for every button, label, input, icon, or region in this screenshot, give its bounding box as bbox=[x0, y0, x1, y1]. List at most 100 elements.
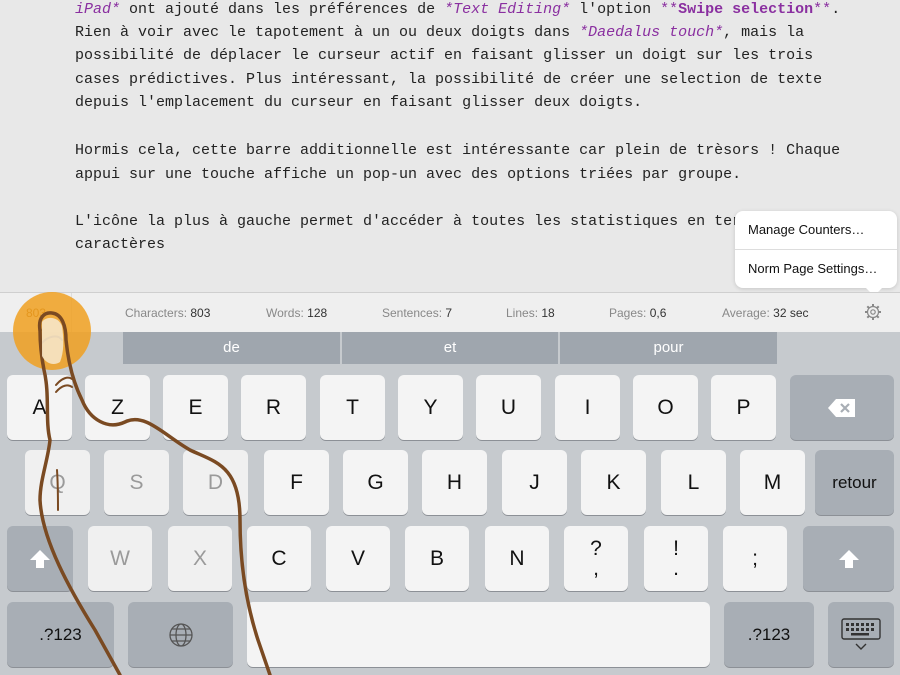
stat-words[interactable]: Words: 128 bbox=[266, 306, 327, 320]
editor-text-run: . bbox=[831, 1, 841, 18]
editor-text-run: L'icône la plus à gauche permet d'accéde… bbox=[75, 213, 760, 230]
count-cell-value: 803 bbox=[26, 306, 47, 320]
editor-text-run: ont ajouté dans les préférences de bbox=[120, 1, 445, 18]
key-b[interactable]: B bbox=[405, 526, 469, 591]
key-x[interactable]: X bbox=[168, 526, 232, 591]
key-o[interactable]: O bbox=[633, 375, 698, 440]
statistics-toggle-cell[interactable]: 803 bbox=[20, 293, 72, 333]
editor-text-run: *Text Editing* bbox=[444, 1, 571, 18]
key-f[interactable]: F bbox=[264, 450, 329, 515]
key-u[interactable]: U bbox=[476, 375, 541, 440]
backspace-key[interactable] bbox=[790, 375, 894, 440]
space-key[interactable] bbox=[247, 602, 710, 667]
key-j[interactable]: J bbox=[502, 450, 567, 515]
gear-icon[interactable] bbox=[864, 303, 882, 321]
key-d[interactable]: D bbox=[183, 450, 248, 515]
editor-text-run: cases prédictives. Plus intéressant, la … bbox=[75, 71, 823, 88]
stat-characters-value: 803 bbox=[190, 306, 211, 320]
manage-counters-menu-item[interactable]: Manage Counters… bbox=[748, 222, 864, 237]
key-s[interactable]: S bbox=[104, 450, 169, 515]
editor-line: appui sur une touche affiche un pop-un a… bbox=[75, 165, 741, 185]
stat-lines-value: 18 bbox=[541, 306, 555, 320]
key-t[interactable]: T bbox=[320, 375, 385, 440]
stat-average-label: Average: bbox=[722, 306, 770, 320]
keyboard: A Z E R T Y U I O P Q S D F G H J K L M … bbox=[0, 366, 900, 675]
stat-pages-label: Pages: bbox=[609, 306, 647, 320]
key-c[interactable]: C bbox=[247, 526, 311, 591]
editor-line: caractères bbox=[75, 235, 165, 255]
editor-text-run: l'option bbox=[570, 1, 661, 18]
suggestion-1[interactable]: de bbox=[123, 332, 340, 364]
shift-right-key[interactable] bbox=[803, 526, 894, 591]
key-comma-bottom: , bbox=[593, 556, 599, 580]
editor-text-run: caractères bbox=[75, 236, 166, 253]
key-l[interactable]: L bbox=[661, 450, 726, 515]
hide-keyboard-key[interactable] bbox=[828, 602, 894, 667]
keyboard-hide-icon bbox=[841, 617, 881, 650]
stat-pages-value: 0,6 bbox=[649, 306, 667, 320]
key-v[interactable]: V bbox=[326, 526, 390, 591]
editor-line: Hormis cela, cette barre additionnelle e… bbox=[75, 141, 840, 161]
globe-icon bbox=[168, 622, 193, 647]
key-w[interactable]: W bbox=[88, 526, 152, 591]
key-question-comma[interactable]: ? , bbox=[564, 526, 628, 591]
editor-line: depuis l'emplacement du curseur en faisa… bbox=[75, 93, 642, 113]
editor-text-run: Swipe selection bbox=[678, 1, 814, 18]
stat-sentences-label: Sentences: bbox=[382, 306, 443, 320]
stat-characters[interactable]: Characters: 803 bbox=[125, 306, 210, 320]
editor-text-run: appui sur une touche affiche un pop-un a… bbox=[75, 166, 742, 183]
key-semicolon[interactable]: ; bbox=[723, 526, 787, 591]
popover-divider bbox=[735, 249, 897, 250]
stat-lines[interactable]: Lines: 18 bbox=[506, 306, 555, 320]
editor-text-run: Hormis cela, cette barre additionnelle e… bbox=[75, 142, 841, 159]
key-exclamation-period[interactable]: ! . bbox=[644, 526, 708, 591]
key-r[interactable]: R bbox=[241, 375, 306, 440]
norm-page-settings-menu-item[interactable]: Norm Page Settings… bbox=[748, 261, 877, 276]
key-a[interactable]: A bbox=[7, 375, 72, 440]
editor-line: cases prédictives. Plus intéressant, la … bbox=[75, 70, 822, 90]
stat-average[interactable]: Average: 32 sec bbox=[722, 306, 809, 320]
editor-line: Rien à voir avec le tapotement à un ou d… bbox=[75, 23, 804, 43]
counters-popover: Manage Counters… Norm Page Settings… bbox=[735, 211, 897, 288]
suggestion-2[interactable]: et bbox=[342, 332, 558, 364]
editor-line: iPad* ont ajouté dans les préférences de… bbox=[75, 0, 840, 20]
editor-text-run: *Daedalus touch* bbox=[579, 24, 724, 41]
editor-line: L'icône la plus à gauche permet d'accéde… bbox=[75, 212, 759, 232]
key-e[interactable]: E bbox=[163, 375, 228, 440]
editor-text-run: iPad* bbox=[75, 1, 121, 18]
numbers-key-left[interactable]: .?123 bbox=[7, 602, 114, 667]
stat-pages[interactable]: Pages: 0,6 bbox=[609, 306, 666, 320]
key-z[interactable]: Z bbox=[85, 375, 150, 440]
globe-key[interactable] bbox=[128, 602, 233, 667]
stat-characters-label: Characters: bbox=[125, 306, 188, 320]
suggestion-3[interactable]: pour bbox=[560, 332, 777, 364]
editor-text-run: ** bbox=[813, 1, 832, 18]
key-h[interactable]: H bbox=[422, 450, 487, 515]
key-q[interactable]: Q bbox=[25, 450, 90, 515]
editor-text-run: depuis l'emplacement du curseur en faisa… bbox=[75, 94, 643, 111]
stat-words-value: 128 bbox=[307, 306, 328, 320]
key-y[interactable]: Y bbox=[398, 375, 463, 440]
stat-words-label: Words: bbox=[266, 306, 304, 320]
statistics-bar: 803 Characters: 803 Words: 128 Sentences… bbox=[0, 292, 900, 333]
numbers-key-right[interactable]: .?123 bbox=[724, 602, 814, 667]
stat-sentences-value: 7 bbox=[445, 306, 453, 320]
backspace-icon bbox=[828, 398, 855, 417]
key-k[interactable]: K bbox=[581, 450, 646, 515]
key-g[interactable]: G bbox=[343, 450, 408, 515]
shift-left-key[interactable] bbox=[7, 526, 73, 591]
key-m[interactable]: M bbox=[740, 450, 805, 515]
key-n[interactable]: N bbox=[485, 526, 549, 591]
editor-text-run: Rien à voir avec le tapotement à un ou d… bbox=[75, 24, 580, 41]
predictive-bar: de et pour bbox=[0, 332, 900, 366]
key-semicolon-top: ; bbox=[752, 546, 758, 570]
key-p[interactable]: P bbox=[711, 375, 776, 440]
return-key[interactable]: retour bbox=[815, 450, 894, 515]
shift-icon bbox=[838, 549, 859, 568]
key-i[interactable]: I bbox=[555, 375, 620, 440]
editor-line: possibilité de déplacer le curseur actif… bbox=[75, 46, 813, 66]
stat-sentences[interactable]: Sentences: 7 bbox=[382, 306, 452, 320]
stat-average-value: 32 sec bbox=[773, 306, 809, 320]
editor-text-run: , mais la bbox=[723, 24, 805, 41]
key-question-top: ? bbox=[590, 536, 602, 560]
